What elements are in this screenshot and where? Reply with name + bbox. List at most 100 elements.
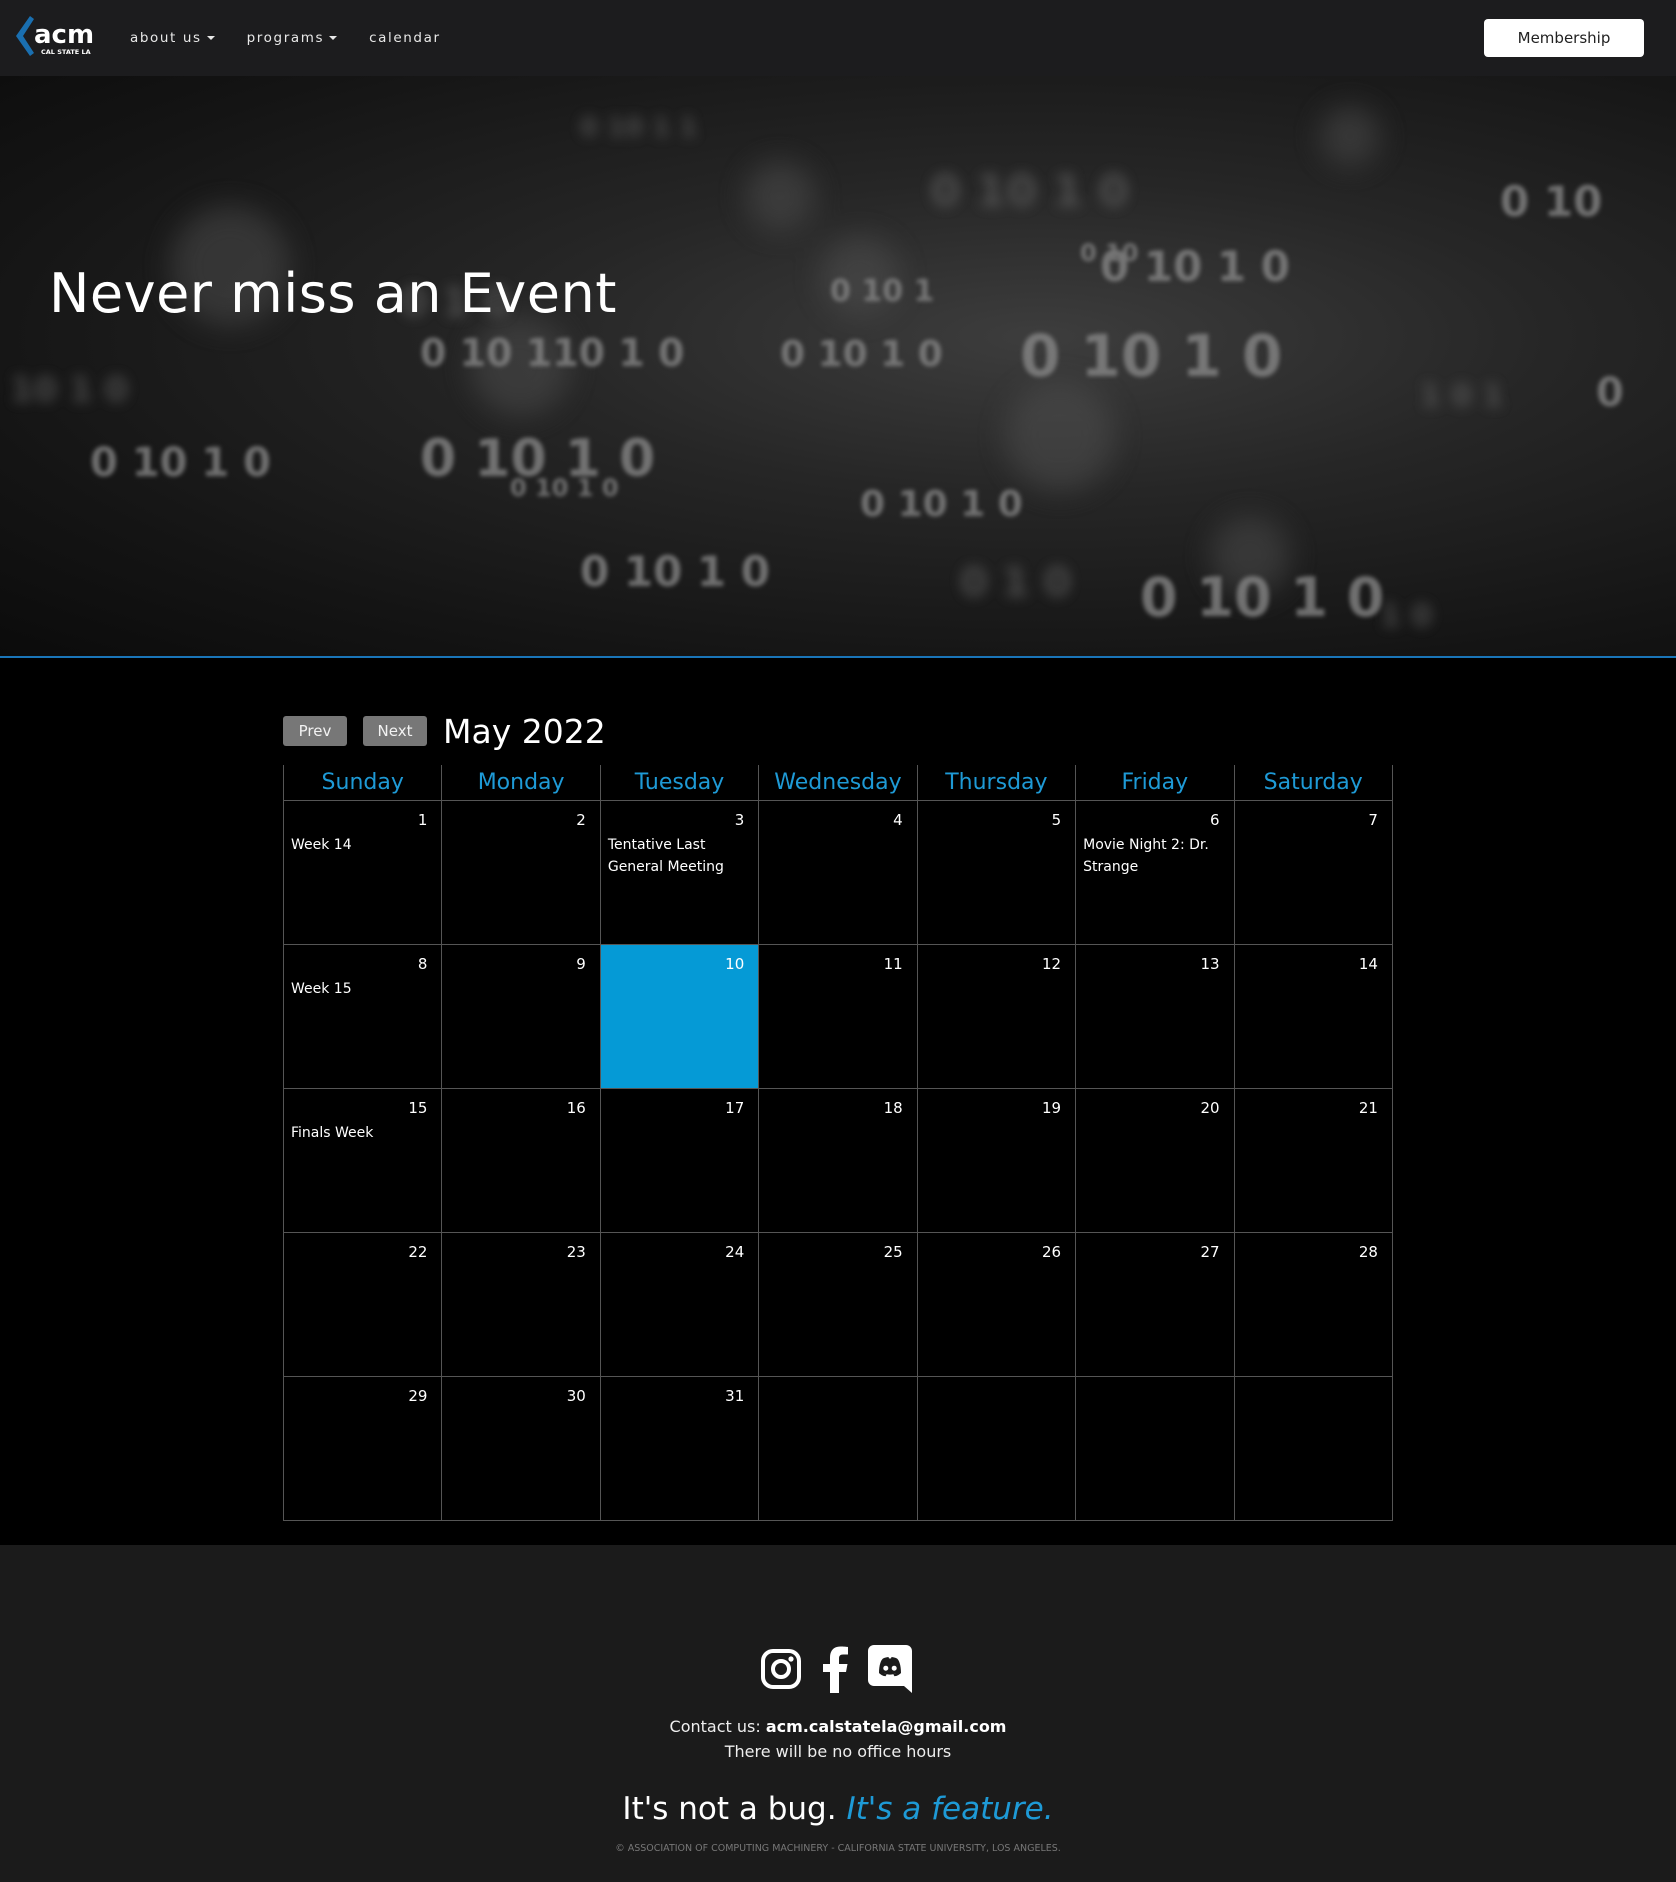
day-number: 8 <box>417 955 428 973</box>
event-label[interactable]: Week 15 <box>291 978 439 1000</box>
day-number: 7 <box>1368 811 1378 829</box>
calendar-day-cell[interactable]: 1 Week 14 <box>283 801 442 945</box>
binary-background-image: 0 10 1 1 0 10 1 0 10 1 0 0 1 0 0 1 0 1 0… <box>10 106 1624 634</box>
calendar-day-cell[interactable]: 6 Movie Night 2: Dr. Strange <box>1075 801 1234 945</box>
calendar-day-cell-empty <box>758 1377 917 1521</box>
calendar-day-cell[interactable]: 13 <box>1075 945 1234 1089</box>
calendar-day-cell[interactable]: 11 <box>758 945 917 1089</box>
calendar-day-cell[interactable]: 24 <box>599 1233 759 1377</box>
svg-text:0 10 1: 0 10 1 <box>830 274 934 309</box>
calendar-day-cell[interactable]: 17 <box>599 1089 759 1233</box>
day-number: 9 <box>576 955 586 973</box>
calendar-day-cell[interactable]: 26 <box>916 1233 1076 1377</box>
hero-banner: 0 10 1 1 0 10 1 0 10 1 0 0 1 0 0 1 0 1 0… <box>0 76 1676 658</box>
calendar-day-cell[interactable]: 31 <box>599 1377 759 1521</box>
svg-text:0 10 1 0: 0 10 1 0 <box>780 334 943 375</box>
calendar-day-cell[interactable]: 18 <box>758 1089 917 1233</box>
day-number: 20 <box>1200 1099 1220 1117</box>
nav-links: about us programs calendar <box>130 0 473 76</box>
nav-about-us[interactable]: about us <box>130 30 215 46</box>
day-number: 19 <box>1042 1099 1062 1117</box>
top-navbar: acm CAL STATE LA about us programs calen… <box>0 0 1676 76</box>
event-label[interactable]: Tentative Last General Meeting <box>608 834 756 878</box>
svg-text:0 10: 0 10 <box>1500 177 1602 226</box>
calendar-day-cell[interactable]: 16 <box>441 1089 600 1233</box>
day-number: 30 <box>566 1387 586 1405</box>
calendar-day-cell[interactable]: 20 <box>1075 1089 1234 1233</box>
calendar-day-cell[interactable]: 14 <box>1233 945 1393 1089</box>
nav-calendar[interactable]: calendar <box>369 30 441 46</box>
day-number: 21 <box>1358 1099 1378 1117</box>
logo-text: acm <box>34 20 94 50</box>
day-number: 15 <box>408 1099 428 1117</box>
day-number: 13 <box>1200 955 1220 973</box>
calendar-day-cell[interactable]: 3 Tentative Last General Meeting <box>599 801 759 945</box>
calendar-day-cell[interactable]: 15 Finals Week <box>283 1089 442 1233</box>
calendar-header-row: Sunday Monday Tuesday Wednesday Thursday… <box>283 765 1393 801</box>
event-label[interactable]: Finals Week <box>291 1122 439 1144</box>
logo-subtext: CAL STATE LA <box>41 48 91 56</box>
calendar-day-cell-today[interactable]: 10 <box>599 945 759 1089</box>
month-title: May 2022 <box>443 712 606 751</box>
day-number: 29 <box>408 1387 428 1405</box>
day-number: 26 <box>1042 1243 1062 1261</box>
svg-text:0 10 1 0: 0 10 1 0 <box>860 484 1023 525</box>
calendar-week-row: 22 23 24 25 26 27 28 <box>283 1233 1393 1377</box>
calendar-week-row: 8 Week 15 9 10 11 12 13 14 <box>283 945 1393 1089</box>
calendar-day-cell[interactable]: 4 <box>758 801 917 945</box>
day-number: 18 <box>883 1099 903 1117</box>
contact-prefix: Contact us: <box>669 1717 766 1736</box>
calendar-day-cell[interactable]: 7 <box>1233 801 1393 945</box>
day-number: 2 <box>576 811 586 829</box>
calendar-day-cell[interactable]: 8 Week 15 <box>283 945 442 1089</box>
calendar-day-cell[interactable]: 9 <box>441 945 600 1089</box>
hero-title: Never miss an Event <box>49 262 617 325</box>
calendar-day-cell[interactable]: 27 <box>1075 1233 1234 1377</box>
nav-programs[interactable]: programs <box>246 30 338 46</box>
svg-text:0: 0 <box>1596 370 1624 416</box>
day-number: 1 <box>417 811 428 829</box>
calendar-day-cell[interactable]: 25 <box>758 1233 917 1377</box>
calendar-day-cell[interactable]: 22 <box>283 1233 442 1377</box>
calendar-day-cell[interactable]: 28 <box>1233 1233 1393 1377</box>
acm-logo[interactable]: acm CAL STATE LA <box>16 14 100 62</box>
day-number: 16 <box>566 1099 586 1117</box>
calendar-day-cell[interactable]: 23 <box>441 1233 600 1377</box>
day-number: 28 <box>1358 1243 1378 1261</box>
contact-email-link[interactable]: acm.calstatela@gmail.com <box>766 1717 1007 1736</box>
prev-month-button[interactable]: Prev <box>283 716 347 746</box>
instagram-icon[interactable] <box>760 1648 802 1690</box>
calendar-day-cell[interactable]: 30 <box>441 1377 600 1521</box>
nav-programs-label: programs <box>246 30 325 46</box>
discord-icon[interactable] <box>868 1645 912 1693</box>
tagline-accent: It's a feature. <box>846 1791 1054 1827</box>
calendar-day-cell[interactable]: 29 <box>283 1377 442 1521</box>
calendar-week-row: 29 30 31 <box>283 1377 1393 1521</box>
day-number: 22 <box>408 1243 428 1261</box>
svg-text:0 10: 0 10 <box>1080 239 1138 267</box>
facebook-icon[interactable] <box>820 1645 850 1693</box>
calendar-day-cell-empty <box>1075 1377 1234 1521</box>
calendar-day-cell[interactable]: 21 <box>1233 1089 1393 1233</box>
svg-text:0 10 1 0: 0 10 1 0 <box>1020 322 1282 390</box>
day-number: 24 <box>725 1243 745 1261</box>
day-name-thursday: Thursday <box>916 765 1076 801</box>
svg-text:10 1 0: 10 1 0 <box>10 370 128 410</box>
calendar-day-cell[interactable]: 12 <box>916 945 1076 1089</box>
calendar-day-cell[interactable]: 19 <box>916 1089 1076 1233</box>
event-label[interactable]: Week 14 <box>291 834 439 856</box>
svg-text:0 10 1 0: 0 10 1 0 <box>1140 566 1384 629</box>
day-number: 27 <box>1200 1243 1220 1261</box>
calendar-day-cell[interactable]: 2 <box>441 801 600 945</box>
next-month-button[interactable]: Next <box>363 716 427 746</box>
contact-line: Contact us: acm.calstatela@gmail.com <box>0 1717 1676 1736</box>
event-label[interactable]: Movie Night 2: Dr. Strange <box>1083 834 1231 878</box>
membership-button[interactable]: Membership <box>1484 19 1644 57</box>
day-name-sunday: Sunday <box>283 765 442 801</box>
day-number: 10 <box>725 955 745 973</box>
calendar-day-cell[interactable]: 5 <box>916 801 1076 945</box>
svg-text:0 10 1 0: 0 10 1 0 <box>90 440 271 486</box>
svg-text:0 10 1 0: 0 10 1 0 <box>930 166 1129 217</box>
svg-text:1 0 1: 1 0 1 <box>1420 379 1504 414</box>
svg-text:0 10 110 1 0: 0 10 110 1 0 <box>420 331 684 375</box>
